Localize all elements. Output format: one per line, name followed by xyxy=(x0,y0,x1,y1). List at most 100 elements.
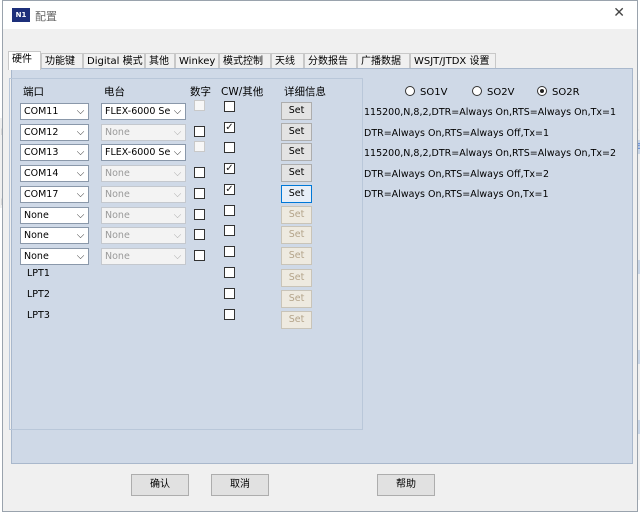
radio-select: None ⌵ xyxy=(101,227,186,244)
detail-line-4: DTR=Always On,RTS=Always Off,Tx=2 xyxy=(364,169,550,180)
radio-value: None xyxy=(105,210,130,221)
set-button[interactable]: Set xyxy=(281,123,312,141)
chevron-down-icon: ⌵ xyxy=(73,187,88,202)
cw-other-header: CW/其他 xyxy=(221,86,264,98)
detail-line-3: 115200,N,8,2,DTR=Always On,RTS=Always On… xyxy=(364,148,617,159)
lpt-label: LPT2 xyxy=(27,289,50,300)
set-button[interactable]: Set xyxy=(281,143,312,161)
port-value: COM17 xyxy=(24,189,59,200)
chevron-down-icon: ⌵ xyxy=(73,125,88,140)
cancel-button[interactable]: 取消 xyxy=(211,474,269,496)
set-button[interactable]: Set xyxy=(281,164,312,182)
digital-checkbox[interactable] xyxy=(194,126,205,137)
set-button[interactable]: Set xyxy=(281,290,312,308)
tab-broadcast-data[interactable]: 广播数据 xyxy=(357,53,410,69)
tab-wsjt-jtdx[interactable]: WSJT/JTDX 设置 xyxy=(410,53,496,69)
set-button[interactable]: Set xyxy=(281,102,312,120)
digital-checkbox[interactable] xyxy=(194,209,205,220)
close-icon[interactable]: ✕ xyxy=(613,5,625,21)
port-value: None xyxy=(24,251,49,262)
tab-antenna[interactable]: 天线 xyxy=(271,53,304,69)
radio-value: None xyxy=(105,168,130,179)
radio-select: None ⌵ xyxy=(101,248,186,265)
chevron-down-icon: ⌵ xyxy=(170,166,185,181)
radio-value: None xyxy=(105,189,130,200)
cw-checkbox[interactable] xyxy=(224,288,235,299)
digital-checkbox[interactable] xyxy=(194,250,205,261)
port-select[interactable]: None ⌵ xyxy=(20,227,89,244)
check-icon: ✓ xyxy=(225,184,234,195)
lpt-label: LPT3 xyxy=(27,310,50,321)
digital-checkbox[interactable] xyxy=(194,167,205,178)
radio-value: None xyxy=(105,230,130,241)
digital-checkbox[interactable] xyxy=(194,188,205,199)
radio-select[interactable]: FLEX-6000 Series ⌵ xyxy=(101,103,186,120)
port-select[interactable]: None ⌵ xyxy=(20,207,89,224)
so2v-label: SO2V xyxy=(487,87,515,98)
port-select[interactable]: COM17 ⌵ xyxy=(20,186,89,203)
so2v-radio[interactable]: SO2V xyxy=(472,86,514,98)
cw-checkbox[interactable]: ✓ xyxy=(224,122,235,133)
cw-checkbox[interactable] xyxy=(224,101,235,112)
detail-line-2: DTR=Always On,RTS=Always Off,Tx=1 xyxy=(364,128,550,139)
cw-checkbox[interactable] xyxy=(224,246,235,257)
port-value: COM12 xyxy=(24,127,59,138)
cw-checkbox[interactable] xyxy=(224,225,235,236)
so2r-label: SO2R xyxy=(552,87,580,98)
port-value: None xyxy=(24,210,49,221)
set-button[interactable]: Set xyxy=(281,226,312,244)
radio-value: None xyxy=(105,251,130,262)
cw-checkbox[interactable]: ✓ xyxy=(224,184,235,195)
title-bar: N1 配置 ✕ xyxy=(3,1,637,29)
port-select[interactable]: COM13 ⌵ xyxy=(20,144,89,161)
so1v-radio[interactable]: SO1V xyxy=(405,86,447,98)
port-header: 端口 xyxy=(23,86,44,98)
tab-hardware[interactable]: 硬件 xyxy=(8,51,41,70)
help-button[interactable]: 帮助 xyxy=(377,474,435,496)
port-select[interactable]: None ⌵ xyxy=(20,248,89,265)
digital-checkbox[interactable] xyxy=(194,229,205,240)
cw-checkbox[interactable] xyxy=(224,205,235,216)
cw-checkbox[interactable] xyxy=(224,309,235,320)
chevron-down-icon: ⌵ xyxy=(73,249,88,264)
radio-circle[interactable] xyxy=(405,86,415,96)
set-button[interactable]: Set xyxy=(281,311,312,329)
set-button[interactable]: Set xyxy=(281,269,312,287)
port-value: None xyxy=(24,230,49,241)
cw-checkbox[interactable] xyxy=(224,267,235,278)
set-button[interactable]: Set xyxy=(281,206,312,224)
chevron-down-icon: ⌵ xyxy=(73,208,88,223)
set-button[interactable]: Set xyxy=(281,247,312,265)
port-select[interactable]: COM11 ⌵ xyxy=(20,103,89,120)
radio-select: None ⌵ xyxy=(101,186,186,203)
window-title: 配置 xyxy=(35,10,57,23)
port-select[interactable]: COM12 ⌵ xyxy=(20,124,89,141)
radio-select[interactable]: FLEX-6000 Series ⌵ xyxy=(101,144,186,161)
radio-select: None ⌵ xyxy=(101,207,186,224)
chevron-down-icon: ⌵ xyxy=(73,104,88,119)
digital-header: 数字 xyxy=(190,86,211,98)
tab-score-reporting[interactable]: 分数报告 xyxy=(304,53,357,69)
port-select[interactable]: COM14 ⌵ xyxy=(20,165,89,182)
so1v-label: SO1V xyxy=(420,87,448,98)
ok-button[interactable]: 确认 xyxy=(131,474,189,496)
chevron-down-icon: ⌵ xyxy=(170,228,185,243)
cw-checkbox[interactable] xyxy=(224,142,235,153)
radio-select: None ⌵ xyxy=(101,165,186,182)
detail-line-1: 115200,N,8,2,DTR=Always On,RTS=Always On… xyxy=(364,107,617,118)
check-icon: ✓ xyxy=(225,122,234,133)
tab-function-keys[interactable]: 功能键 xyxy=(41,53,83,69)
chevron-down-icon: ⌵ xyxy=(170,187,185,202)
tab-winkey[interactable]: Winkey xyxy=(175,53,219,69)
so2r-radio[interactable]: SO2R xyxy=(537,86,580,98)
tab-other[interactable]: 其他 xyxy=(145,53,175,69)
tab-mode-control[interactable]: 模式控制 xyxy=(219,53,271,69)
chevron-down-icon: ⌵ xyxy=(73,166,88,181)
radio-circle[interactable] xyxy=(472,86,482,96)
port-value: COM11 xyxy=(24,106,59,117)
radio-circle[interactable] xyxy=(537,86,547,96)
set-button[interactable]: Set xyxy=(281,185,312,203)
tab-digital-modes[interactable]: Digital 模式 xyxy=(83,53,145,69)
app-logo-icon: N1 xyxy=(12,8,30,22)
cw-checkbox[interactable]: ✓ xyxy=(224,163,235,174)
